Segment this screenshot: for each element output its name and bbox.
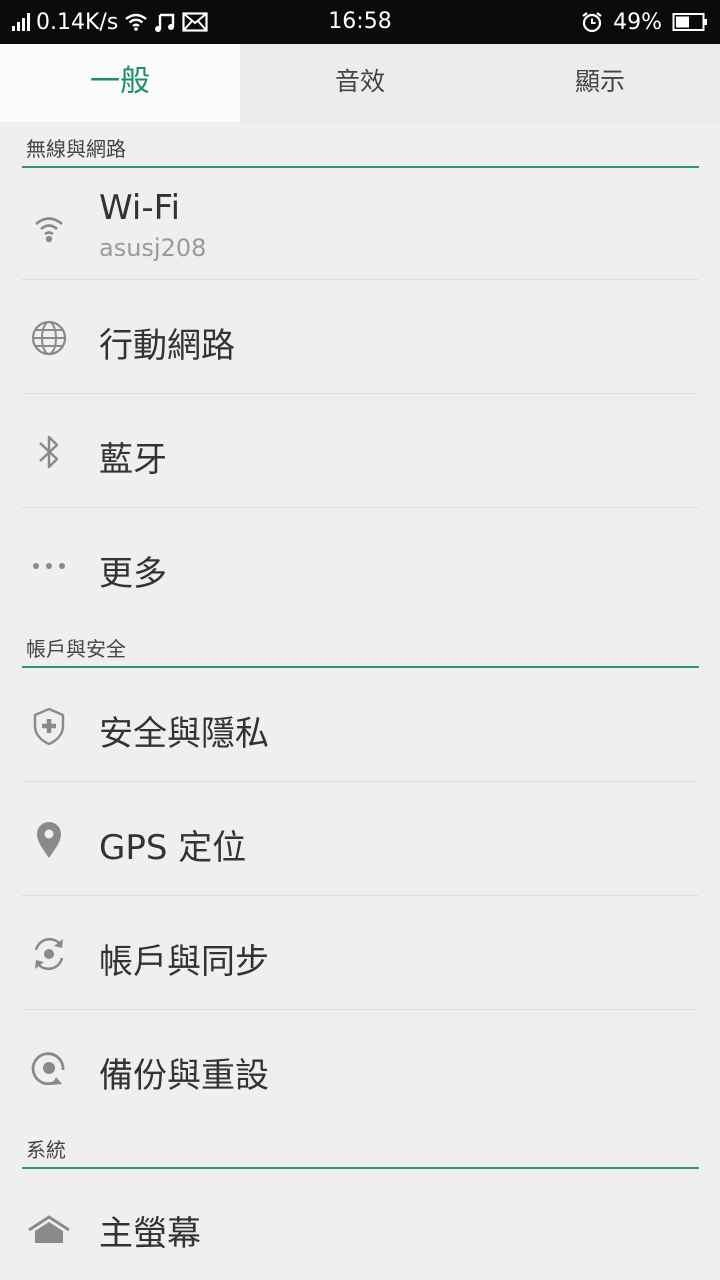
status-bar: 0.14K/s 16:58 49%	[0, 0, 720, 44]
row-security[interactable]: 安全與隱私	[0, 670, 720, 782]
globe-icon	[27, 316, 71, 360]
row-divider	[22, 895, 698, 896]
section-system: 系統	[22, 1127, 699, 1169]
row-bluetooth[interactable]: 藍牙	[0, 396, 720, 508]
battery-icon	[672, 13, 707, 31]
home-icon	[27, 1208, 71, 1252]
row-account-sync[interactable]: 帳戶與同步	[0, 898, 720, 1010]
row-divider	[22, 781, 698, 782]
row-more[interactable]: 更多	[0, 510, 720, 622]
alarm-icon	[582, 12, 602, 33]
backup-icon	[27, 1046, 71, 1090]
more-label: 更多	[99, 554, 167, 594]
wifi-icon	[27, 206, 71, 250]
tab-bar: 一般 音效 顯示	[0, 44, 720, 122]
account-sync-label: 帳戶與同步	[99, 942, 269, 982]
shield-icon	[27, 704, 71, 748]
location-pin-icon	[27, 818, 71, 862]
tab-sound[interactable]: 音效	[240, 44, 480, 122]
row-divider	[22, 279, 698, 280]
security-label: 安全與隱私	[99, 714, 269, 754]
row-backup-reset[interactable]: 備份與重設	[0, 1012, 720, 1124]
row-divider	[22, 507, 698, 508]
row-gps[interactable]: GPS 定位	[0, 784, 720, 896]
row-wifi[interactable]: Wi-Fi asusj208	[0, 168, 720, 280]
bluetooth-label: 藍牙	[99, 440, 167, 480]
row-divider	[22, 1009, 698, 1010]
wifi-label: Wi-Fi	[99, 188, 181, 228]
section-system-title: 系統	[26, 1138, 66, 1162]
section-account-title: 帳戶與安全	[26, 637, 126, 661]
section-account: 帳戶與安全	[22, 626, 699, 668]
tab-display[interactable]: 顯示	[480, 44, 720, 122]
status-right: 49%	[581, 0, 708, 44]
wifi-network-name: asusj208	[99, 234, 207, 262]
sync-icon	[27, 932, 71, 976]
section-wireless: 無線與網路	[22, 126, 699, 168]
section-wireless-title: 無線與網路	[26, 137, 126, 161]
row-divider	[22, 393, 698, 394]
backup-reset-label: 備份與重設	[99, 1056, 269, 1096]
gps-label: GPS 定位	[99, 828, 247, 868]
mobile-network-label: 行動網路	[99, 326, 235, 366]
row-mobile-network[interactable]: 行動網路	[0, 282, 720, 394]
bluetooth-icon	[27, 430, 71, 474]
battery-percent: 49%	[613, 9, 662, 35]
home-screen-label: 主螢幕	[99, 1214, 201, 1254]
tab-general[interactable]: 一般	[0, 44, 240, 122]
more-icon	[27, 544, 71, 588]
row-home-screen[interactable]: 主螢幕	[0, 1170, 720, 1280]
